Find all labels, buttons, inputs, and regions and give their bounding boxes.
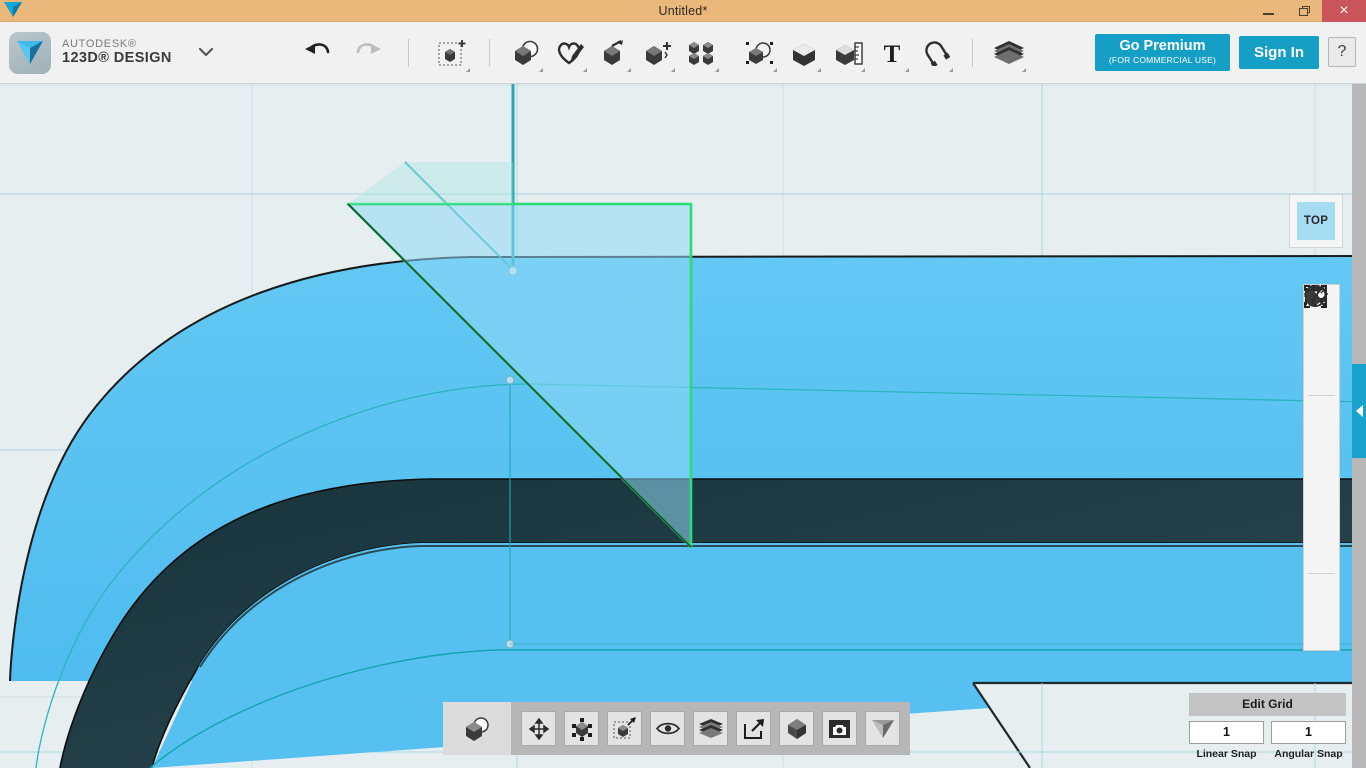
window-title: Untitled* [0, 4, 1366, 18]
grouping-active-button[interactable] [443, 702, 511, 755]
3d-viewport[interactable]: TOP [0, 84, 1366, 768]
orbit-button[interactable] [1305, 324, 1338, 359]
nav-divider-1 [1308, 395, 1335, 396]
view-cube-label[interactable]: TOP [1297, 202, 1335, 240]
sign-in-button[interactable]: Sign In [1239, 36, 1319, 69]
history-controls [304, 39, 409, 67]
combine-tool[interactable] [782, 30, 826, 76]
visibility-button[interactable] [1305, 467, 1338, 502]
move-button[interactable] [521, 711, 556, 746]
effects-button[interactable] [1305, 610, 1338, 645]
transform-tool[interactable] [431, 30, 475, 76]
toolbar-divider-2 [489, 39, 490, 67]
bottom-toolbar-items [511, 711, 910, 746]
brand-text: AUTODESK® 123D® DESIGN [62, 38, 172, 66]
pattern-tool[interactable] [680, 30, 724, 76]
go-premium-button[interactable]: Go Premium (FOR COMMERCIAL USE) [1095, 34, 1230, 71]
app-header: AUTODESK® 123D® DESIGN [0, 22, 1366, 84]
window-controls: × [1250, 0, 1366, 22]
snap-button[interactable] [564, 711, 599, 746]
title-bar: Untitled* × [0, 0, 1366, 22]
toolbar-divider-1 [408, 39, 409, 67]
edit-grid-panel: Edit Grid 1 Linear Snap 1 Angular Snap [1189, 693, 1346, 760]
nav-divider-2 [1308, 573, 1335, 574]
measure-tool[interactable] [826, 30, 870, 76]
modify-tool[interactable] [636, 30, 680, 76]
brand-block: AUTODESK® 123D® DESIGN [0, 32, 214, 74]
restore-icon[interactable] [1286, 0, 1322, 22]
triangle-left-icon [1356, 405, 1363, 417]
view-cube[interactable]: TOP [1289, 194, 1343, 248]
grid-view-button[interactable] [1305, 502, 1338, 537]
edit-grid-fields: 1 Linear Snap 1 Angular Snap [1189, 721, 1346, 760]
minimize-icon[interactable] [1250, 0, 1286, 22]
svg-text:T: T [883, 41, 900, 66]
snapshot-button[interactable] [822, 711, 857, 746]
sketch-tool[interactable] [548, 30, 592, 76]
material-drop-button[interactable] [1305, 575, 1338, 610]
linear-snap-field[interactable]: 1 [1189, 721, 1264, 744]
header-actions: Go Premium (FOR COMMERCIAL USE) Sign In … [1095, 34, 1356, 71]
main-toolbar: T [431, 30, 1031, 76]
collapse-panel-tab[interactable] [1352, 364, 1366, 458]
undo-icon[interactable] [304, 40, 330, 65]
right-panel-strip-top [1352, 84, 1366, 364]
autodesk-123d-logo-icon [9, 32, 51, 74]
home-view-button[interactable] [865, 711, 900, 746]
angular-snap-cell: 1 Angular Snap [1271, 721, 1346, 760]
brand-line-1: AUTODESK® [62, 38, 172, 50]
construct-tool[interactable] [592, 30, 636, 76]
text-tool[interactable]: T [870, 30, 914, 76]
primitives-tool[interactable] [504, 30, 548, 76]
shade-button[interactable] [779, 711, 814, 746]
help-button[interactable]: ? [1328, 37, 1356, 67]
application-window: Untitled* × AUTODESK® 123D® DESIGN [0, 0, 1366, 768]
linear-snap-label: Linear Snap [1189, 748, 1264, 760]
toolbar-divider-3 [972, 39, 973, 67]
edit-grid-title[interactable]: Edit Grid [1189, 693, 1346, 716]
close-icon[interactable]: × [1322, 0, 1366, 22]
navigation-toolbar [1303, 284, 1340, 651]
linear-snap-cell: 1 Linear Snap [1189, 721, 1264, 760]
object-view-button[interactable] [1305, 432, 1338, 467]
redo-icon [356, 40, 382, 65]
right-panel-strip-bottom [1352, 458, 1366, 768]
zoom-button[interactable] [1305, 359, 1338, 394]
fit-button[interactable] [1305, 397, 1338, 432]
chevron-down-icon[interactable] [198, 44, 214, 62]
camera-button[interactable] [1305, 537, 1338, 572]
viewport-canvas [0, 84, 1366, 768]
angular-snap-field[interactable]: 1 [1271, 721, 1346, 744]
tool-corner-marker [466, 68, 470, 72]
snap-tool[interactable] [914, 30, 958, 76]
go-premium-label: Go Premium [1109, 39, 1216, 54]
bottom-toolbar [443, 702, 910, 755]
show-hide-button[interactable] [650, 711, 685, 746]
brand-line-2: 123D® DESIGN [62, 51, 172, 67]
scale-button[interactable] [607, 711, 642, 746]
grouping-tool[interactable] [738, 30, 782, 76]
angular-snap-label: Angular Snap [1271, 748, 1346, 760]
go-premium-sublabel: (FOR COMMERCIAL USE) [1109, 56, 1216, 65]
export-button[interactable] [736, 711, 771, 746]
material-button[interactable] [693, 711, 728, 746]
material-tool[interactable] [987, 30, 1031, 76]
